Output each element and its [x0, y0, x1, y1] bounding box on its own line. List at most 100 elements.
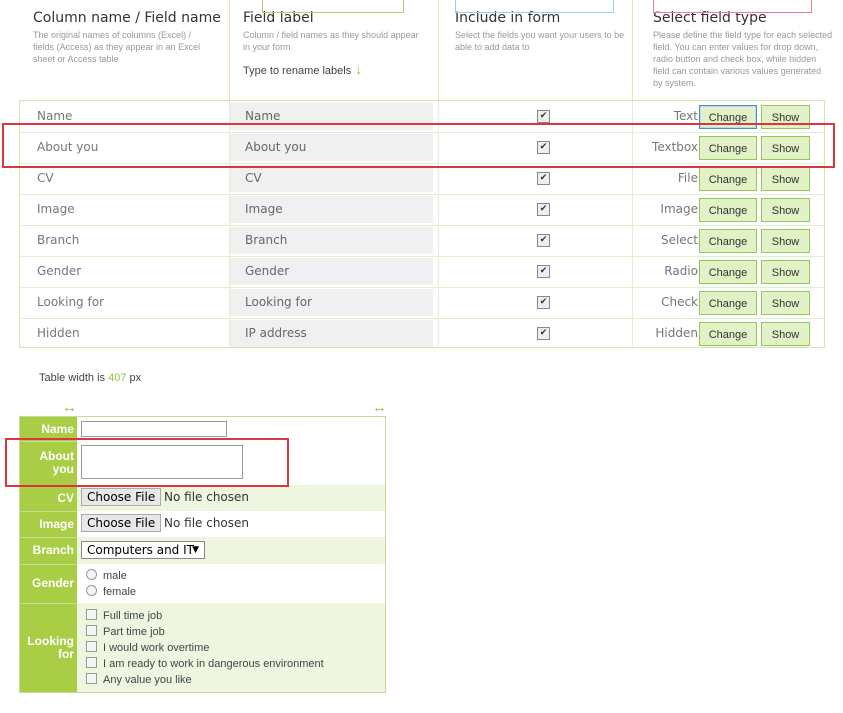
- column-name: Branch: [37, 225, 79, 256]
- checkbox-icon[interactable]: [86, 609, 97, 620]
- form-row-looking: Looking for Full time job Part time job …: [20, 603, 385, 692]
- include-checkbox[interactable]: ✔: [537, 172, 550, 185]
- table-row: Image Image ✔ Image Change Show: [20, 194, 824, 226]
- gender-option-label: female: [103, 586, 136, 598]
- checkbox-icon[interactable]: [86, 673, 97, 684]
- looking-option[interactable]: Full time job: [86, 609, 162, 623]
- header-desc: Select the fields you want your users to…: [455, 29, 627, 53]
- form-row-image: Image Choose File No file chosen: [20, 511, 385, 538]
- highlight-box: [2, 123, 835, 168]
- divider: [438, 0, 439, 100]
- checkbox-icon[interactable]: [86, 641, 97, 652]
- include-checkbox[interactable]: ✔: [537, 327, 550, 340]
- table-row: Branch Branch ✔ Select Change Show: [20, 225, 824, 257]
- form-label: Looking for: [20, 603, 77, 692]
- divider: [229, 0, 230, 100]
- header-desc: The original names of columns (Excel) / …: [33, 29, 208, 65]
- show-button[interactable]: Show: [761, 167, 810, 191]
- include-checkbox[interactable]: ✔: [537, 203, 550, 216]
- change-button[interactable]: Change: [699, 198, 757, 222]
- arrow-down-icon: ↓: [355, 61, 362, 77]
- field-type: Image: [632, 194, 698, 225]
- show-button[interactable]: Show: [761, 322, 810, 346]
- change-button[interactable]: Change: [699, 167, 757, 191]
- form-label: Gender: [20, 564, 77, 603]
- looking-option[interactable]: Any value you like: [86, 673, 192, 687]
- include-checkbox[interactable]: ✔: [537, 296, 550, 309]
- looking-option-label: Part time job: [103, 626, 165, 638]
- table-row: Hidden IP address ✔ Hidden Change Show: [20, 318, 824, 349]
- field-label-input[interactable]: Image: [230, 196, 433, 223]
- checkbox-icon[interactable]: [86, 657, 97, 668]
- form-row-cv: CV Choose File No file chosen: [20, 485, 385, 512]
- table-width-prefix: Table width is: [39, 372, 105, 384]
- branch-select[interactable]: Computers and IT ▼: [81, 541, 205, 559]
- form-label: CV: [20, 485, 77, 511]
- radio-icon[interactable]: [86, 569, 97, 580]
- looking-option[interactable]: I am ready to work in dangerous environm…: [86, 657, 324, 671]
- highlight-box: [5, 438, 289, 487]
- branch-select-value: Computers and IT: [87, 543, 194, 557]
- column-name: Hidden: [37, 318, 80, 349]
- show-button[interactable]: Show: [761, 198, 810, 222]
- looking-option[interactable]: I would work overtime: [86, 641, 209, 655]
- change-button[interactable]: Change: [699, 322, 757, 346]
- field-type: Hidden: [632, 318, 698, 349]
- gender-option[interactable]: male: [86, 569, 127, 583]
- form-row-gender: Gender male female: [20, 564, 385, 604]
- table-width-value[interactable]: 407: [108, 372, 126, 384]
- looking-option-label: Full time job: [103, 610, 162, 622]
- looking-option[interactable]: Part time job: [86, 625, 165, 639]
- field-label-input[interactable]: Branch: [230, 227, 433, 254]
- table-width-info: Table width is 407 px: [39, 372, 141, 384]
- divider: [632, 0, 633, 100]
- change-button[interactable]: Change: [699, 260, 757, 284]
- header-bracket: [653, 0, 812, 13]
- rename-hint: Type to rename labels ↓: [243, 61, 362, 77]
- image-choose-file-button[interactable]: Choose File: [81, 514, 161, 532]
- field-type: Select: [632, 225, 698, 256]
- show-button[interactable]: Show: [761, 291, 810, 315]
- looking-option-label: Any value you like: [103, 674, 192, 686]
- column-name: Image: [37, 194, 75, 225]
- include-checkbox[interactable]: ✔: [537, 265, 550, 278]
- form-row-branch: Branch Computers and IT ▼: [20, 537, 385, 565]
- looking-option-label: I would work overtime: [103, 642, 209, 654]
- rename-hint-text: Type to rename labels: [243, 65, 351, 77]
- field-type: Radio: [632, 256, 698, 287]
- header-title: Column name / Field name: [33, 10, 221, 26]
- change-button[interactable]: Change: [699, 291, 757, 315]
- field-label-input[interactable]: Looking for: [230, 289, 433, 316]
- looking-option-label: I am ready to work in dangerous environm…: [103, 658, 324, 670]
- gender-option-label: male: [103, 570, 127, 582]
- form-label: Branch: [20, 537, 77, 564]
- field-label-input[interactable]: Gender: [230, 258, 433, 285]
- table-row: Looking for Looking for ✔ Check Change S…: [20, 287, 824, 319]
- checkbox-icon[interactable]: [86, 625, 97, 636]
- include-checkbox[interactable]: ✔: [537, 234, 550, 247]
- column-name: Looking for: [37, 287, 104, 318]
- table-row: Gender Gender ✔ Radio Change Show: [20, 256, 824, 288]
- gender-option[interactable]: female: [86, 585, 136, 599]
- chevron-down-icon: ▼: [192, 542, 199, 558]
- header-desc: Column / field names as they should appe…: [243, 29, 428, 53]
- resize-handle-icon[interactable]: ↔: [62, 399, 77, 416]
- cv-choose-file-button[interactable]: Choose File: [81, 488, 161, 506]
- field-label-input[interactable]: IP address: [230, 320, 433, 347]
- table-width-unit: px: [130, 372, 142, 384]
- resize-handle-icon[interactable]: ↔: [372, 399, 387, 416]
- header-bracket: [455, 0, 614, 13]
- field-type: Check: [632, 287, 698, 318]
- header-desc: Please define the field type for each se…: [653, 29, 833, 89]
- cv-file-status: No file chosen: [164, 488, 249, 506]
- field-label-input[interactable]: CV: [230, 165, 433, 192]
- show-button[interactable]: Show: [761, 260, 810, 284]
- change-button[interactable]: Change: [699, 229, 757, 253]
- include-checkbox[interactable]: ✔: [537, 110, 550, 123]
- form-label: Image: [20, 511, 77, 537]
- radio-icon[interactable]: [86, 585, 97, 596]
- column-name: Gender: [37, 256, 81, 287]
- header-bracket: [262, 0, 404, 13]
- name-input[interactable]: [81, 421, 227, 437]
- show-button[interactable]: Show: [761, 229, 810, 253]
